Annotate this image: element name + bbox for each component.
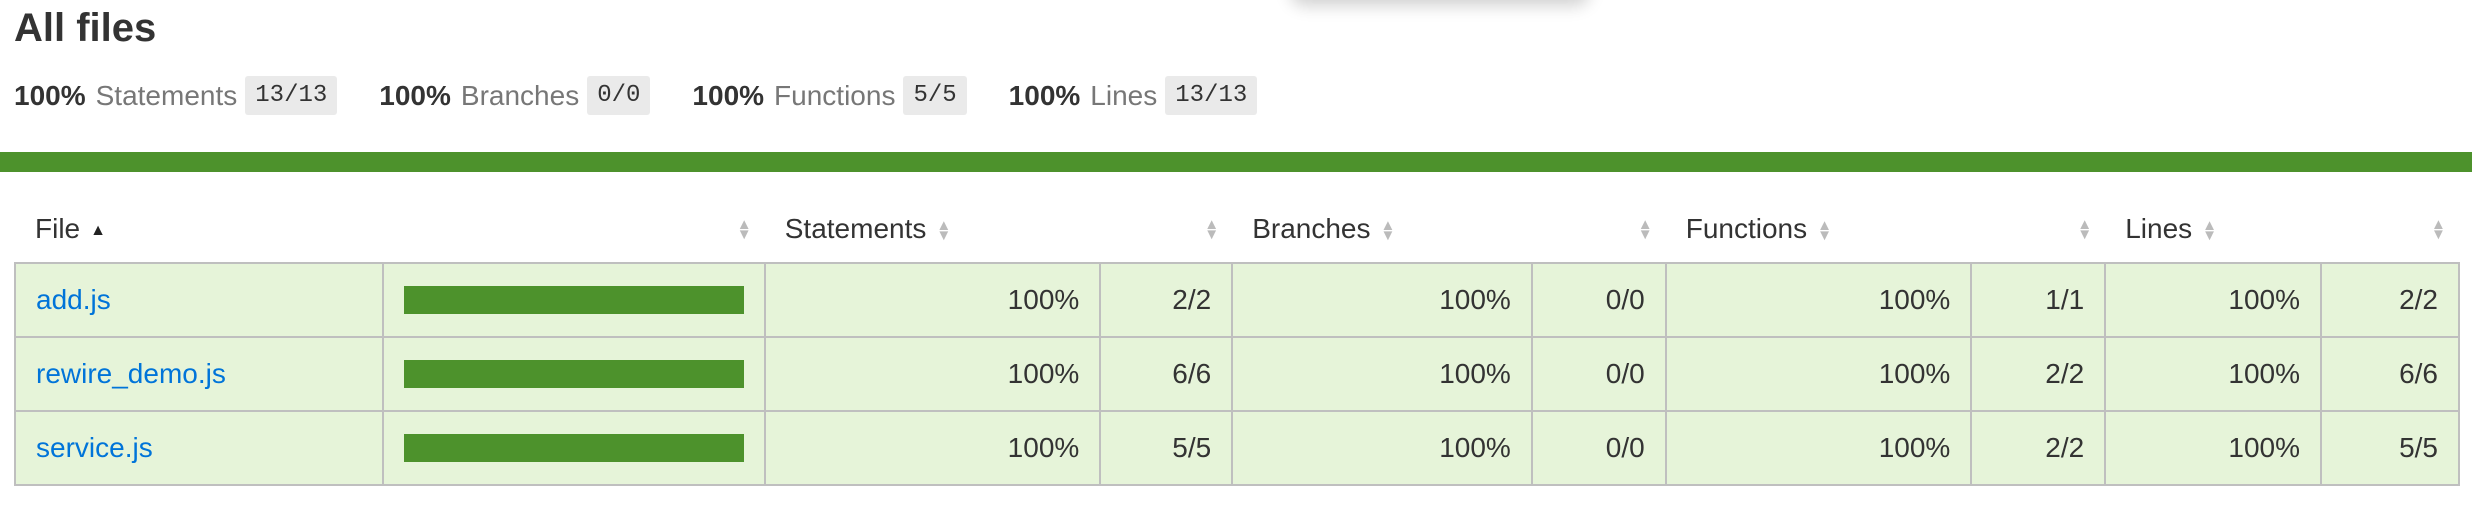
- file-cell: add.js: [14, 262, 384, 338]
- summary-label: Functions: [774, 79, 896, 111]
- statements-fraction: 5/5: [1099, 410, 1234, 486]
- summary-fraction-badge: 0/0: [587, 76, 651, 115]
- summary-fraction-badge: 13/13: [245, 76, 338, 115]
- statements-fraction: 6/6: [1099, 336, 1234, 412]
- table-header-row: File ▲ ▲ ▼ Statements ▲ ▼ ▲ ▼ Branches ▲ ▼ ▲ ▼ F…: [15, 196, 2459, 263]
- column-header-branches[interactable]: Branches ▲ ▼ ▲ ▼: [1232, 196, 1666, 263]
- column-header-label: Branches: [1252, 213, 1371, 244]
- functions-fraction: 2/2: [1970, 336, 2107, 412]
- coverage-bar: [403, 360, 744, 388]
- statements-pct: 100%: [763, 410, 1102, 486]
- sort-icon[interactable]: ▲ ▼: [1204, 217, 1219, 242]
- file-cell: service.js: [14, 410, 384, 486]
- column-header-coverage-bar[interactable]: ▲ ▼: [383, 196, 765, 263]
- branches-pct: 100%: [1231, 336, 1533, 412]
- column-header-lines[interactable]: Lines ▲ ▼ ▲ ▼: [2105, 196, 2459, 263]
- summary-fraction-badge: 13/13: [1165, 76, 1258, 115]
- column-header-label: Functions: [1685, 213, 1808, 244]
- column-header-file[interactable]: File ▲: [15, 196, 383, 263]
- file-link[interactable]: service.js: [36, 432, 153, 463]
- summary-lines: 100% Lines 13/13: [1009, 76, 1258, 115]
- branches-pct: 100%: [1231, 262, 1533, 338]
- branches-pct: 100%: [1231, 410, 1533, 486]
- sort-icon[interactable]: ▲ ▼: [1817, 218, 1832, 243]
- file-link[interactable]: add.js: [36, 284, 111, 315]
- coverage-bar-fill: [403, 360, 744, 388]
- coverage-report-page: All files 100% Statements 13/13 100% Bra…: [0, 0, 2472, 515]
- coverage-bar: [403, 434, 744, 462]
- table-row: rewire_demo.js 100% 6/6 100% 0/0 100% 2/…: [14, 336, 2460, 412]
- coverage-bar-cell: [381, 410, 766, 486]
- lines-pct: 100%: [2104, 262, 2323, 338]
- summary-label: Branches: [460, 79, 580, 111]
- functions-fraction: 1/1: [1970, 262, 2107, 338]
- sort-icon[interactable]: ▲ ▼: [1380, 218, 1395, 243]
- branches-fraction: 0/0: [1530, 336, 1667, 412]
- summary-functions: 100% Functions 5/5: [692, 76, 967, 115]
- summary-fraction-badge: 5/5: [903, 76, 967, 115]
- coverage-bar-cell: [381, 262, 766, 338]
- coverage-bar-cell: [381, 336, 766, 412]
- column-header-label: Lines: [2125, 213, 2193, 244]
- functions-pct: 100%: [1664, 262, 1973, 338]
- functions-fraction: 2/2: [1970, 410, 2107, 486]
- statements-pct: 100%: [763, 336, 1102, 412]
- coverage-table: File ▲ ▲ ▼ Statements ▲ ▼ ▲ ▼ Branches ▲ ▼ ▲ ▼ F…: [14, 196, 2460, 486]
- summary-label: Lines: [1090, 79, 1158, 111]
- file-link[interactable]: rewire_demo.js: [36, 358, 226, 389]
- statements-fraction: 2/2: [1099, 262, 1234, 338]
- column-header-label: File: [35, 213, 81, 244]
- coverage-summary: 100% Statements 13/13 100% Branches 0/0 …: [14, 76, 1299, 115]
- summary-pct: 100%: [379, 79, 451, 111]
- column-header-functions[interactable]: Functions ▲ ▼ ▲ ▼: [1666, 196, 2106, 263]
- sort-icon[interactable]: ▲ ▼: [936, 218, 951, 243]
- functions-pct: 100%: [1664, 336, 1973, 412]
- sort-icon[interactable]: ▲ ▼: [2202, 218, 2217, 243]
- sort-icon[interactable]: ▲ ▼: [2431, 217, 2446, 242]
- file-cell: rewire_demo.js: [14, 336, 384, 412]
- sort-icon[interactable]: ▲ ▼: [2077, 217, 2092, 242]
- lines-pct: 100%: [2104, 410, 2323, 486]
- branches-fraction: 0/0: [1530, 410, 1667, 486]
- lines-pct: 100%: [2104, 336, 2323, 412]
- statements-pct: 100%: [763, 262, 1102, 338]
- sort-ascending-icon: ▲: [90, 221, 106, 239]
- table-row: service.js 100% 5/5 100% 0/0 100% 2/2 10…: [14, 410, 2460, 486]
- page-title: All files: [14, 6, 157, 50]
- table-row: add.js 100% 2/2 100% 0/0 100% 1/1 100% 2…: [14, 262, 2460, 338]
- lines-fraction: 2/2: [2320, 262, 2460, 338]
- column-header-label: Statements: [784, 213, 927, 244]
- summary-pct: 100%: [1008, 79, 1081, 111]
- coverage-bar-fill: [403, 434, 744, 462]
- summary-label: Statements: [95, 79, 238, 111]
- coverage-bar-fill: [403, 286, 744, 314]
- sort-icon[interactable]: ▲ ▼: [737, 217, 752, 242]
- column-header-statements[interactable]: Statements ▲ ▼ ▲ ▼: [765, 196, 1232, 263]
- functions-pct: 100%: [1664, 410, 1973, 486]
- coverage-bar: [403, 286, 744, 314]
- coverage-status-bar: [0, 152, 2472, 172]
- summary-pct: 100%: [14, 79, 86, 111]
- summary-statements: 100% Statements 13/13: [14, 76, 338, 115]
- lines-fraction: 6/6: [2320, 336, 2460, 412]
- sort-icon[interactable]: ▲ ▼: [1638, 217, 1653, 242]
- summary-branches: 100% Branches 0/0: [379, 76, 651, 115]
- lines-fraction: 5/5: [2320, 410, 2460, 486]
- branches-fraction: 0/0: [1530, 262, 1667, 338]
- summary-pct: 100%: [692, 79, 765, 111]
